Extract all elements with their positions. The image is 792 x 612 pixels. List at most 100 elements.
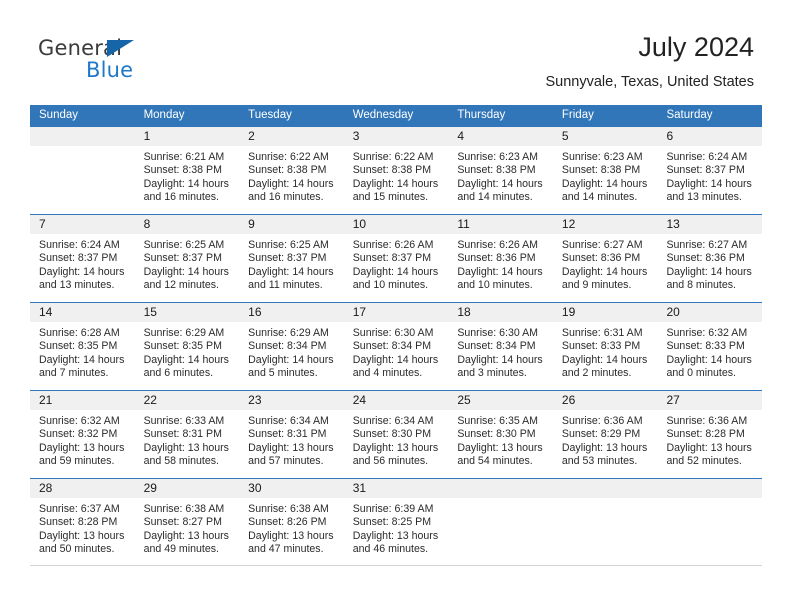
day-number-band: 22 bbox=[134, 391, 240, 410]
sunrise-time: Sunrise: 6:36 AM bbox=[666, 415, 748, 427]
sunset-time: Sunset: 8:38 PM bbox=[143, 164, 222, 177]
day-details: Sunrise: 6:30 AM Sunset: 8:34 PM Daylight:… bbox=[448, 322, 553, 381]
calendar-day-cell[interactable]: 17 Sunrise: 6:30 AM Sunset: 8:34 PM Dayligh… bbox=[343, 303, 449, 390]
calendar-day-cell[interactable]: 28 Sunrise: 6:37 AM Sunset: 8:28 PM Dayligh… bbox=[30, 479, 135, 565]
calendar-day-cell[interactable]: 9 Sunrise: 6:25 AM Sunset: 8:37 PM Daylight… bbox=[239, 215, 344, 302]
calendar-day-cell[interactable]: 1 Sunrise: 6:21 AM Sunset: 8:38 PM Daylight… bbox=[134, 127, 240, 214]
sunset-time: Sunset: 8:31 PM bbox=[143, 428, 222, 441]
sunrise-time: Sunrise: 6:37 AM bbox=[39, 503, 120, 515]
calendar-day-cell[interactable]: 31 Sunrise: 6:39 AM Sunset: 8:25 PM Dayligh… bbox=[343, 479, 449, 565]
calendar-day-cell[interactable]: 4 Sunrise: 6:23 AM Sunset: 8:38 PM Daylight… bbox=[448, 127, 553, 214]
calendar-day-cell[interactable]: 12 Sunrise: 6:27 AM Sunset: 8:36 PM Dayligh… bbox=[552, 215, 658, 302]
daylight-duration-line1: Daylight: 14 hours bbox=[561, 353, 648, 366]
daylight-duration-line1: Daylight: 13 hours bbox=[248, 441, 334, 454]
calendar-day-cell[interactable]: 5 Sunrise: 6:23 AM Sunset: 8:38 PM Daylight… bbox=[552, 127, 658, 214]
calendar-day-cell[interactable]: 2 Sunrise: 6:22 AM Sunset: 8:38 PM Daylight… bbox=[239, 127, 344, 214]
sunset-time: Sunset: 8:34 PM bbox=[352, 340, 432, 353]
day-number-band: 14 bbox=[30, 303, 135, 322]
calendar-day-cell[interactable]: 3 Sunrise: 6:22 AM Sunset: 8:38 PM Daylight… bbox=[343, 127, 449, 214]
day-details: Sunrise: 6:32 AM Sunset: 8:32 PM Daylight:… bbox=[30, 410, 135, 469]
sunrise-time: Sunrise: 6:25 AM bbox=[248, 239, 329, 251]
day-details: Sunrise: 6:38 AM Sunset: 8:26 PM Daylight:… bbox=[239, 498, 344, 557]
sunrise-time: Sunrise: 6:38 AM bbox=[248, 503, 329, 515]
daylight-duration-line2: and 46 minutes. bbox=[352, 543, 429, 556]
day-number-band: 1 bbox=[134, 127, 240, 146]
sunset-time: Sunset: 8:36 PM bbox=[457, 252, 536, 265]
calendar-day-cell[interactable]: 18 Sunrise: 6:30 AM Sunset: 8:34 PM Dayligh… bbox=[448, 303, 553, 390]
sunset-time: Sunset: 8:34 PM bbox=[457, 340, 536, 353]
logo-triangle-icon bbox=[107, 40, 134, 57]
calendar-day-cell[interactable]: 23 Sunrise: 6:34 AM Sunset: 8:31 PM Dayligh… bbox=[239, 391, 344, 478]
day-details: Sunrise: 6:21 AM Sunset: 8:38 PM Daylight:… bbox=[135, 146, 240, 205]
daylight-duration-line2: and 50 minutes. bbox=[39, 543, 115, 556]
calendar-day-cell[interactable]: 7 Sunrise: 6:24 AM Sunset: 8:37 PM Daylight… bbox=[30, 215, 135, 302]
day-number: 29 bbox=[143, 481, 157, 495]
sunset-time: Sunset: 8:37 PM bbox=[39, 252, 118, 265]
daylight-duration-line2: and 47 minutes. bbox=[248, 543, 324, 556]
sunset-time: Sunset: 8:26 PM bbox=[248, 516, 327, 529]
sunset-time: Sunset: 8:36 PM bbox=[561, 252, 641, 265]
day-number: 19 bbox=[561, 305, 576, 319]
calendar-day-cell[interactable]: 13 Sunrise: 6:27 AM Sunset: 8:36 PM Dayligh… bbox=[657, 215, 763, 302]
day-number-band: 29 bbox=[134, 479, 240, 498]
sunset-time: Sunset: 8:38 PM bbox=[561, 164, 641, 177]
calendar-day-cell[interactable]: 19 Sunrise: 6:31 AM Sunset: 8:33 PM Dayligh… bbox=[552, 303, 658, 390]
daylight-duration-line2: and 54 minutes. bbox=[457, 455, 533, 468]
sunset-time: Sunset: 8:33 PM bbox=[561, 340, 641, 353]
day-number-band: 13 bbox=[657, 215, 763, 234]
sunrise-time: Sunrise: 6:21 AM bbox=[143, 151, 225, 163]
daylight-duration-line1: Daylight: 14 hours bbox=[352, 177, 439, 190]
calendar-day-cell[interactable]: 6 Sunrise: 6:24 AM Sunset: 8:37 PM Daylight… bbox=[657, 127, 763, 214]
day-details: Sunrise: 6:37 AM Sunset: 8:28 PM Daylight:… bbox=[30, 498, 135, 557]
calendar-day-cell[interactable]: 29 Sunrise: 6:38 AM Sunset: 8:27 PM Dayligh… bbox=[134, 479, 240, 565]
day-number: 16 bbox=[248, 305, 262, 319]
day-number: 21 bbox=[39, 393, 53, 407]
daylight-duration-line1: Daylight: 14 hours bbox=[143, 353, 229, 366]
calendar-day-cell[interactable]: 8 Sunrise: 6:25 AM Sunset: 8:37 PM Daylight… bbox=[134, 215, 240, 302]
calendar-day-cell[interactable]: 27 Sunrise: 6:36 AM Sunset: 8:28 PM Dayligh… bbox=[657, 391, 763, 478]
day-details: Sunrise: 6:29 AM Sunset: 8:34 PM Daylight:… bbox=[239, 322, 344, 381]
calendar-day-cell[interactable]: 20 Sunrise: 6:32 AM Sunset: 8:33 PM Dayligh… bbox=[657, 303, 763, 390]
daylight-duration-line2: and 3 minutes. bbox=[457, 367, 527, 380]
daylight-duration-line2: and 57 minutes. bbox=[248, 455, 324, 468]
day-details: Sunrise: 6:26 AM Sunset: 8:37 PM Daylight:… bbox=[344, 234, 449, 293]
day-details: Sunrise: 6:35 AM Sunset: 8:30 PM Daylight:… bbox=[448, 410, 553, 469]
day-number-band: 9 bbox=[239, 215, 344, 234]
daylight-duration-line2: and 56 minutes. bbox=[352, 455, 429, 468]
calendar-day-cell[interactable]: 21 Sunrise: 6:32 AM Sunset: 8:32 PM Dayligh… bbox=[30, 391, 135, 478]
sunrise-time: Sunrise: 6:27 AM bbox=[561, 239, 643, 251]
day-number-band: 5 bbox=[552, 127, 658, 146]
sunrise-time: Sunrise: 6:22 AM bbox=[352, 151, 434, 163]
daylight-duration-line1: Daylight: 13 hours bbox=[248, 529, 334, 542]
weekday-header-wednesday: Wednesday bbox=[352, 109, 414, 121]
sunset-time: Sunset: 8:28 PM bbox=[39, 516, 118, 529]
daylight-duration-line1: Daylight: 14 hours bbox=[352, 353, 439, 366]
calendar-day-cell[interactable]: 26 Sunrise: 6:36 AM Sunset: 8:29 PM Dayligh… bbox=[552, 391, 658, 478]
day-number-band: 23 bbox=[239, 391, 344, 410]
title-block: July 2024 Sunnyvale, Texas, United State… bbox=[546, 30, 755, 91]
calendar-day-cell[interactable]: 14 Sunrise: 6:28 AM Sunset: 8:35 PM Dayligh… bbox=[30, 303, 135, 390]
calendar-day-cell[interactable]: 10 Sunrise: 6:26 AM Sunset: 8:37 PM Dayligh… bbox=[343, 215, 449, 302]
daylight-duration-line2: and 13 minutes. bbox=[666, 191, 742, 204]
sunset-time: Sunset: 8:37 PM bbox=[143, 252, 222, 265]
calendar-day-cell[interactable]: 16 Sunrise: 6:29 AM Sunset: 8:34 PM Dayligh… bbox=[239, 303, 344, 390]
sunrise-time: Sunrise: 6:35 AM bbox=[457, 415, 538, 427]
calendar-day-cell[interactable]: 25 Sunrise: 6:35 AM Sunset: 8:30 PM Dayligh… bbox=[448, 391, 553, 478]
calendar-week-row: 1 Sunrise: 6:21 AM Sunset: 8:38 PM Daylight… bbox=[30, 126, 763, 214]
day-number: 10 bbox=[352, 217, 367, 231]
calendar-day-cell[interactable]: 22 Sunrise: 6:33 AM Sunset: 8:31 PM Dayligh… bbox=[134, 391, 240, 478]
day-number: 27 bbox=[666, 393, 680, 407]
calendar-day-cell[interactable]: 11 Sunrise: 6:26 AM Sunset: 8:36 PM Dayligh… bbox=[448, 215, 553, 302]
sunrise-time: Sunrise: 6:24 AM bbox=[666, 151, 748, 163]
daylight-duration-line2: and 15 minutes. bbox=[352, 191, 429, 204]
calendar-day-cell[interactable]: 15 Sunrise: 6:29 AM Sunset: 8:35 PM Dayligh… bbox=[134, 303, 240, 390]
calendar-day-cell-empty bbox=[552, 479, 658, 565]
daylight-duration-line1: Daylight: 14 hours bbox=[457, 353, 543, 366]
day-details: Sunrise: 6:34 AM Sunset: 8:31 PM Daylight:… bbox=[239, 410, 344, 469]
calendar-day-cell[interactable]: 24 Sunrise: 6:34 AM Sunset: 8:30 PM Dayligh… bbox=[343, 391, 449, 478]
day-number-band: 26 bbox=[552, 391, 658, 410]
day-details: Sunrise: 6:27 AM Sunset: 8:36 PM Daylight:… bbox=[553, 234, 658, 293]
daylight-duration-line2: and 14 minutes. bbox=[561, 191, 638, 204]
calendar-day-cell[interactable]: 30 Sunrise: 6:38 AM Sunset: 8:26 PM Dayligh… bbox=[239, 479, 344, 565]
general-blue-logo[interactable]: General Blue bbox=[38, 36, 278, 92]
